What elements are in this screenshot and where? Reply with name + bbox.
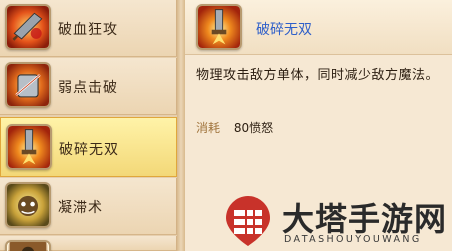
cost-label: 消耗	[196, 121, 221, 135]
skill-item-shatter[interactable]: 破碎无双	[0, 117, 177, 177]
skill-label: 凝滞术	[58, 200, 103, 216]
skill-detail-name: 破碎无双	[256, 22, 312, 38]
skill-label: 弱点击破	[58, 80, 118, 96]
skill-cost: 消耗 80愤怒	[196, 119, 273, 136]
skill-detail-header: 破碎无双	[185, 0, 452, 55]
skill-label: 破碎无双	[59, 142, 119, 158]
skill-list: 破血狂攻 弱点击破 破碎无双 凝滞术	[0, 0, 177, 251]
skill-item-weak-point[interactable]: 弱点击破	[0, 58, 177, 115]
cost-value: 80愤怒	[233, 121, 274, 135]
partial-skill-icon	[5, 240, 51, 251]
shatter-icon	[196, 4, 242, 50]
weak-point-icon	[5, 62, 51, 108]
shatter-icon	[6, 124, 52, 170]
stagnation-icon	[5, 182, 51, 228]
skill-item-stagnation[interactable]: 凝滞术	[0, 178, 177, 235]
skill-label: 破血狂攻	[58, 22, 118, 38]
skill-description: 物理攻击敌方单体，同时减少敌方魔法。	[196, 68, 440, 83]
watermark-logo-icon	[222, 194, 274, 248]
site-watermark: 大塔手游网 DATASHOUYOUWANG	[222, 190, 452, 251]
skill-item-blood-strike[interactable]: 破血狂攻	[0, 0, 177, 57]
panel-divider	[177, 0, 185, 251]
watermark-subtitle: DATASHOUYOUWANG	[284, 234, 422, 245]
skill-item-partial[interactable]	[0, 236, 177, 251]
blood-strike-icon	[5, 4, 51, 50]
